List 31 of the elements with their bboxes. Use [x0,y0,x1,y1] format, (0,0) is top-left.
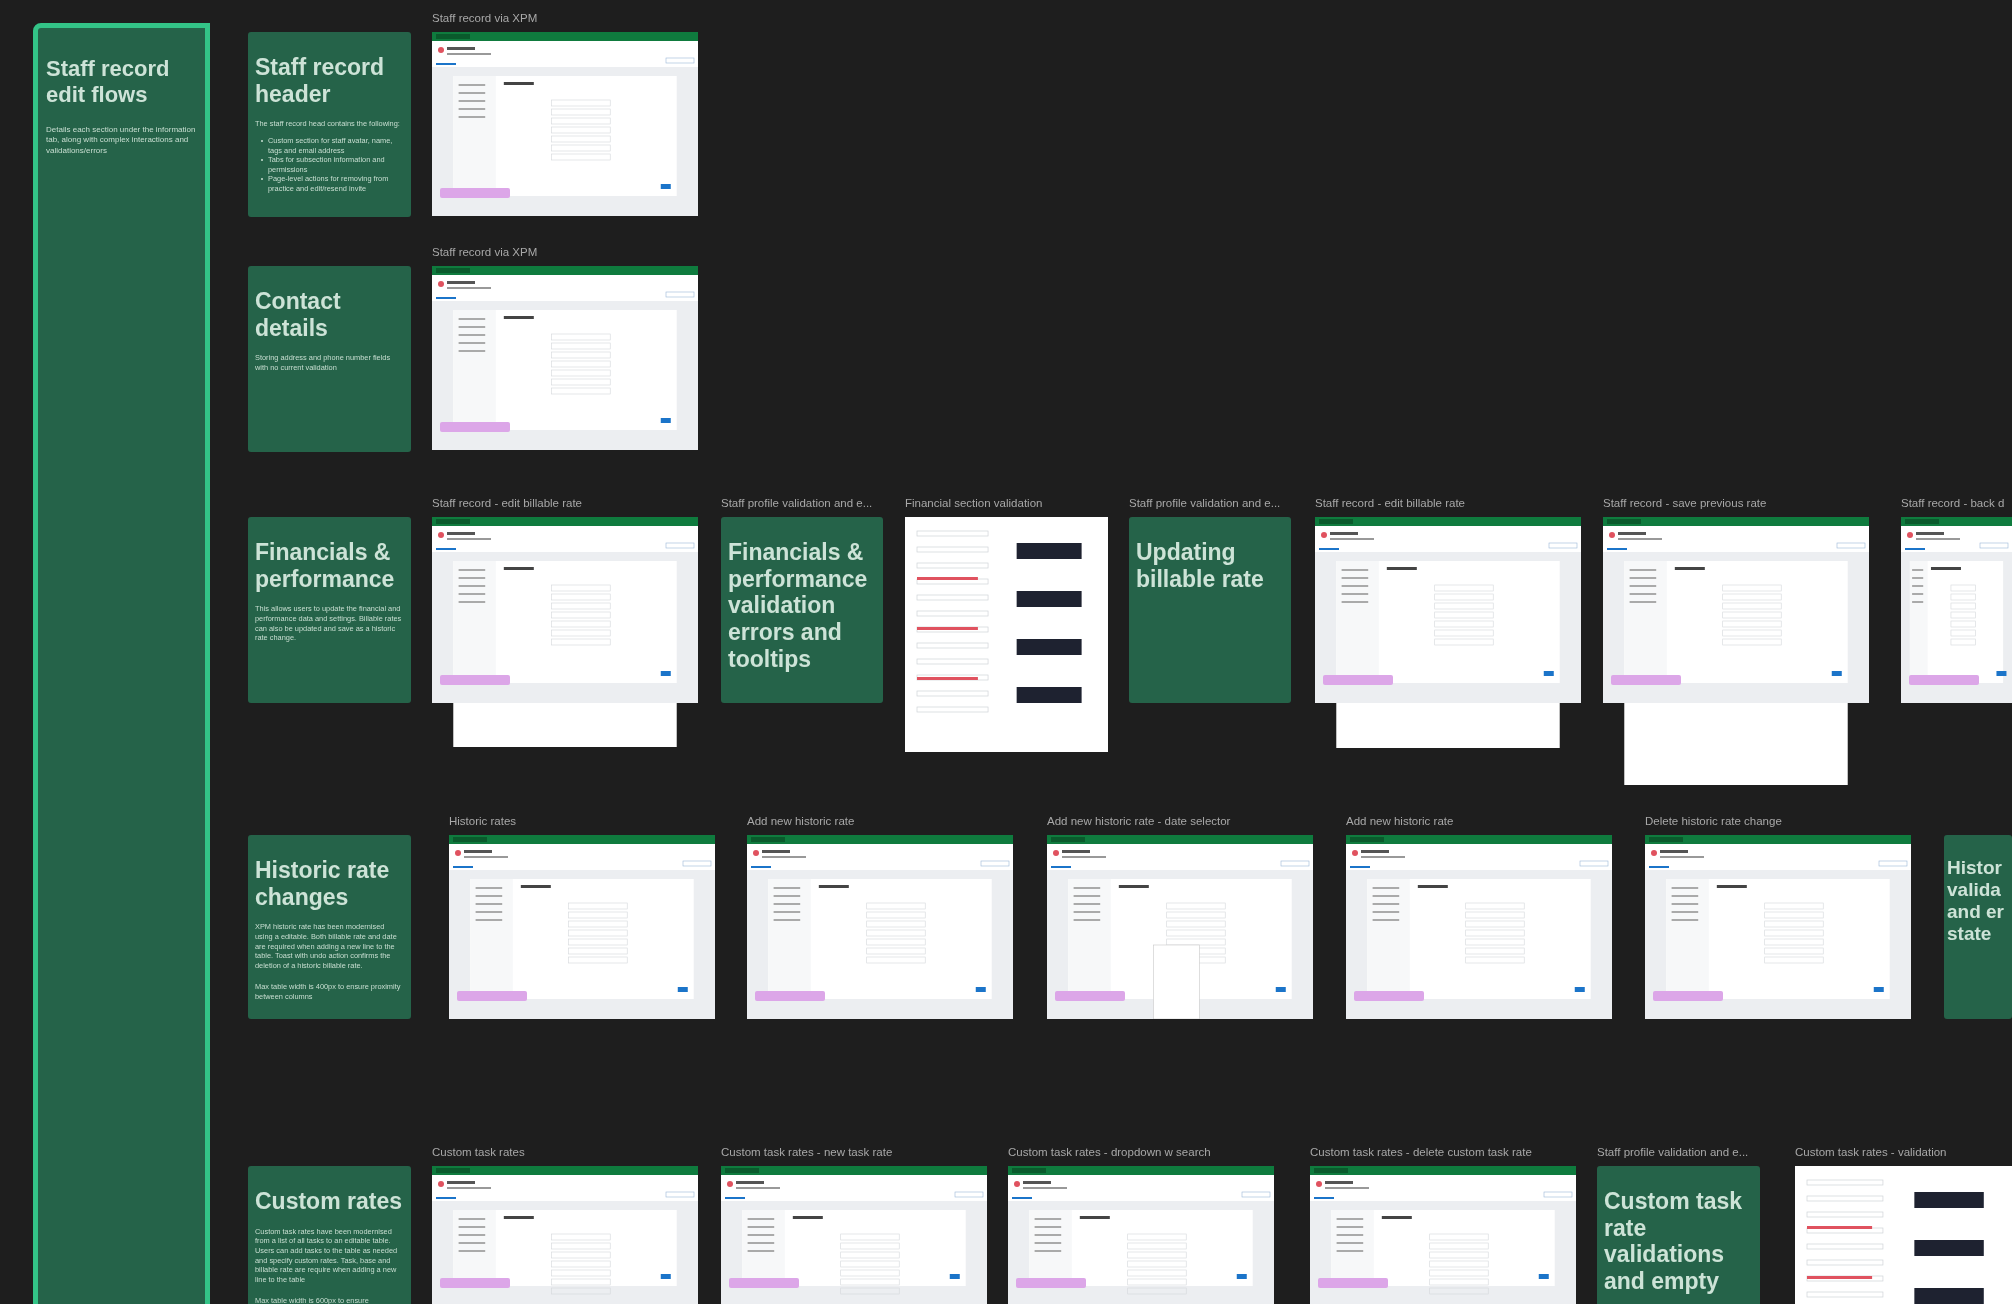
frame-label[interactable]: Add new historic rate [1346,814,1612,835]
frame-label[interactable]: Staff record via XPM [432,11,698,32]
section-title: Custom rates [255,1188,403,1215]
overview-title: Staff record edit flows [46,56,171,109]
frame-label[interactable]: Staff profile validation and e... [1129,496,1291,517]
section-title: Staff record header [255,54,386,108]
frame-label[interactable]: Add new historic rate [747,814,1013,835]
frame-label[interactable]: Staff record via XPM [432,245,698,266]
frame-label[interactable]: Custom task rates - validation [1795,1145,2012,1166]
note-title: Custom task rate validations and empty [1604,1188,1744,1295]
section-title: Financials & performance [255,539,396,593]
note-title: Histor valida and er state [1947,857,2005,946]
note-title: Financials & performance validation errors and tooltips [728,539,869,673]
frame-label[interactable]: Staff record - edit billable rate [432,496,698,517]
frame-label[interactable]: Custom task rates - dropdown w search [1008,1145,1274,1166]
frame-label[interactable]: Delete historic rate change [1645,814,1911,835]
frame-label[interactable]: Historic rates [449,814,715,835]
section-title: Historic rate changes [255,857,391,911]
overview-description: Details each section under the information tab, along with complex interactions and validations/errors [46,124,197,156]
frame-label[interactable]: Custom task rates [432,1145,698,1166]
frame-label[interactable]: Staff profile validation and e... [1597,1145,1760,1166]
frame-label[interactable]: Custom task rates - new task rate [721,1145,987,1166]
frame-label[interactable]: Staff record - edit billable rate [1315,496,1581,517]
frame-label[interactable]: Custom task rates - delete custom task rate [1310,1145,1576,1166]
frame-label[interactable]: Add new historic rate - date selector [1047,814,1313,835]
frame-label[interactable]: Staff record - save previous rate [1603,496,1869,517]
frame-label[interactable]: Staff record - back d [1901,496,2012,517]
frame-label[interactable]: Staff profile validation and e... [721,496,883,517]
note-title: Updating billable rate [1136,539,1265,593]
section-title: Contact details [255,288,342,342]
frame-label[interactable]: Financial section validation [905,496,1108,517]
